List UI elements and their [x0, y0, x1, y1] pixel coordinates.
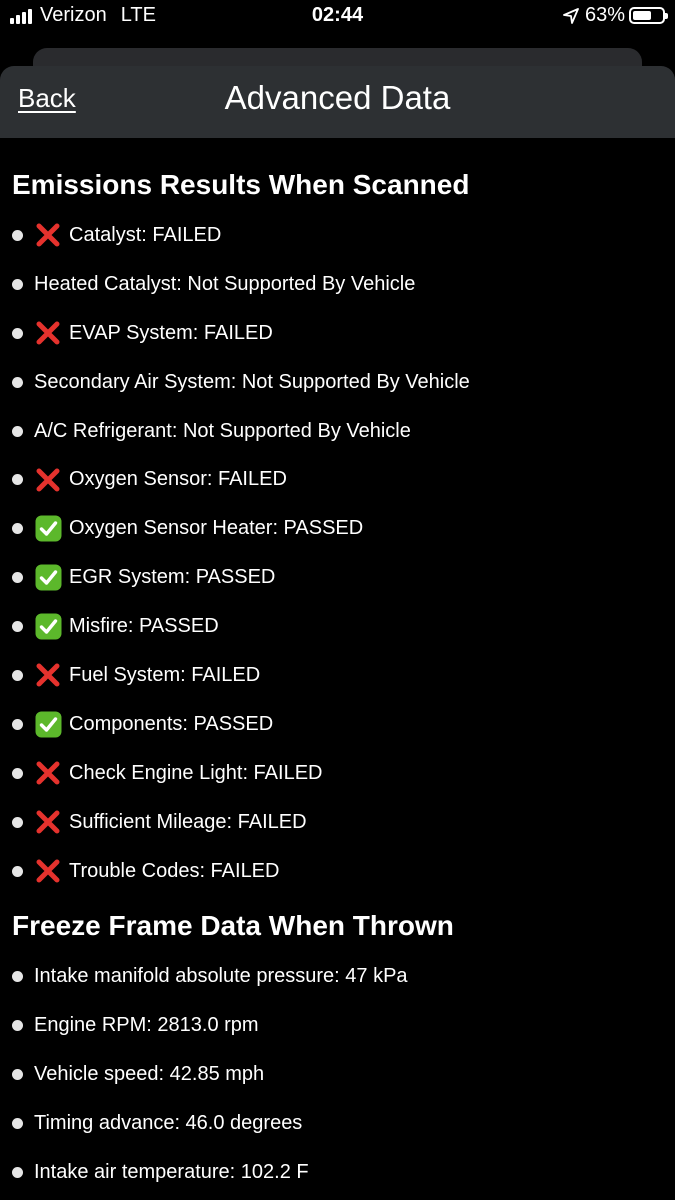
list-item-text: Trouble Codes: FAILED [69, 859, 280, 882]
list-item-text: Timing advance: 46.0 degrees [34, 1111, 303, 1134]
list-item-text: Oxygen Sensor Heater: PASSED [69, 517, 364, 540]
bullet-dot [12, 816, 23, 828]
check-mark-icon [34, 710, 62, 738]
check-mark-icon [34, 613, 62, 641]
bullet-dot [12, 767, 23, 779]
cross-mark-icon [34, 319, 62, 347]
list-item: Secondary Air System: Not Supported By V… [0, 358, 675, 407]
bullet-dot [12, 669, 23, 681]
freeze-frame-section-title: Freeze Frame Data When Thrown [12, 910, 454, 941]
list-item-text: Fuel System: FAILED [69, 663, 261, 686]
emissions-section-title: Emissions Results When Scanned [12, 169, 470, 200]
battery-percent: 63% [584, 4, 625, 26]
bullet-dot [12, 425, 23, 437]
list-item-text: Secondary Air System: Not Supported By V… [34, 370, 470, 393]
list-item-text: Check Engine Light: FAILED [69, 761, 323, 784]
list-item: EGR System: PASSED [0, 553, 675, 602]
list-item-text: EVAP System: FAILED [69, 321, 273, 344]
bullet-dot [12, 718, 23, 730]
list-item-text: Intake manifold absolute pressure: 47 kP… [34, 964, 408, 987]
list-item: Misfire: PASSED [0, 602, 675, 651]
list-item: Engine RPM: 2813.0 rpm [0, 1001, 675, 1050]
list-item: Catalyst: FAILED [0, 211, 675, 260]
list-item: Heated Catalyst: Not Supported By Vehicl… [0, 260, 675, 309]
bullet-dot [12, 376, 23, 388]
bullet-dot [12, 970, 23, 982]
bullet-dot [12, 621, 23, 633]
bullet-dot [12, 229, 23, 241]
list-item-text: Misfire: PASSED [69, 615, 219, 638]
list-item-text: Vehicle speed: 42.85 mph [34, 1062, 265, 1085]
list-item-text: Oxygen Sensor: FAILED [69, 468, 287, 491]
check-mark-icon [34, 515, 62, 543]
list-item: Fuel System: FAILED [0, 651, 675, 700]
list-item-text: A/C Refrigerant: Not Supported By Vehicl… [34, 419, 411, 442]
freeze-frame-list: Intake manifold absolute pressure: 47 kP… [0, 952, 675, 1196]
check-mark-icon [34, 564, 62, 592]
cross-mark-icon [34, 808, 62, 836]
list-item: Intake manifold absolute pressure: 47 kP… [0, 952, 675, 1001]
list-item: Trouble Codes: FAILED [0, 847, 675, 896]
bullet-dot [12, 523, 23, 535]
bullet-dot [12, 1166, 23, 1178]
bullet-dot [12, 1019, 23, 1031]
cross-mark-icon [34, 661, 62, 689]
cross-mark-icon [34, 857, 62, 885]
list-item: A/C Refrigerant: Not Supported By Vehicl… [0, 407, 675, 456]
list-item-text: Catalyst: FAILED [69, 223, 222, 246]
status-right: 63% [563, 4, 668, 27]
bullet-dot [12, 865, 23, 877]
scroll-content[interactable]: Emissions Results When Scanned Catalyst:… [0, 138, 675, 1200]
bullet-dot [12, 572, 23, 584]
location-arrow-icon [563, 7, 579, 24]
cross-mark-icon [34, 466, 62, 494]
list-item: Components: PASSED [0, 700, 675, 749]
bullet-dot [12, 327, 23, 339]
list-item: Vehicle speed: 42.85 mph [0, 1050, 675, 1099]
battery-icon [629, 7, 668, 24]
list-item-text: Heated Catalyst: Not Supported By Vehicl… [34, 272, 416, 295]
bullet-dot [12, 1117, 23, 1129]
list-item-text: Intake air temperature: 102.2 F [34, 1160, 309, 1183]
list-item: Oxygen Sensor: FAILED [0, 455, 675, 504]
cross-mark-icon [34, 759, 62, 787]
list-item: Check Engine Light: FAILED [0, 749, 675, 798]
page-title: Advanced Data [224, 79, 451, 116]
navigation-bar: Back Advanced Data [0, 66, 675, 138]
emissions-results-list: Catalyst: FAILED Heated Catalyst: Not Sup… [0, 211, 675, 895]
list-item: Timing advance: 46.0 degrees [0, 1099, 675, 1148]
bullet-dot [12, 278, 23, 290]
bullet-dot [12, 1068, 23, 1080]
list-item: EVAP System: FAILED [0, 309, 675, 358]
list-item: Oxygen Sensor Heater: PASSED [0, 504, 675, 553]
list-item: Intake air temperature: 102.2 F [0, 1148, 675, 1197]
list-item: Sufficient Mileage: FAILED [0, 798, 675, 847]
battery-level-fill [633, 11, 651, 20]
status-bar: Verizon LTE 02:44 63% [0, 0, 675, 34]
list-item-text: Components: PASSED [69, 712, 274, 735]
list-item-text: Sufficient Mileage: FAILED [69, 810, 307, 833]
list-item-text: Engine RPM: 2813.0 rpm [34, 1013, 259, 1036]
bullet-dot [12, 474, 23, 486]
cross-mark-icon [34, 221, 62, 249]
list-item-text: EGR System: PASSED [69, 566, 276, 589]
